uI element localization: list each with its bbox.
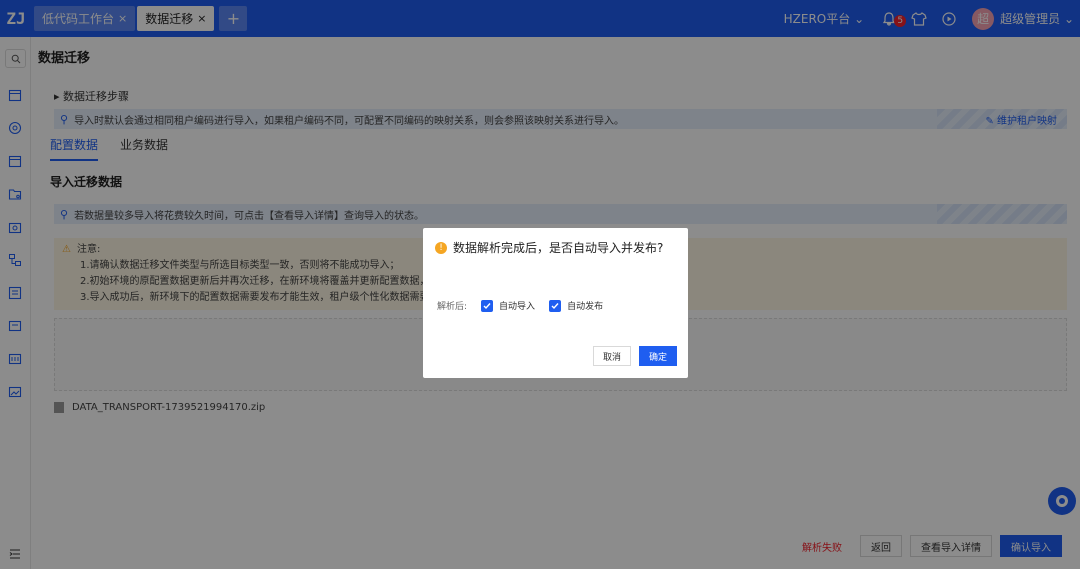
checkbox-label: 自动发布 xyxy=(567,302,604,312)
dialog-title: ! 数据解析完成后，是否自动导入并发布? xyxy=(435,240,675,257)
checkbox-checked-icon[interactable] xyxy=(481,299,494,312)
ok-button[interactable]: 确定 xyxy=(638,346,677,366)
dialog-title-text: 数据解析完成后，是否自动导入并发布? xyxy=(453,241,664,255)
exclamation-icon: ! xyxy=(435,242,447,254)
after-parse-label: 解析后: xyxy=(437,302,468,312)
after-parse-options: 解析后: 自动导入 自动发布 xyxy=(437,299,603,312)
auto-import-checkbox[interactable]: 自动导入 xyxy=(481,299,535,312)
checkbox-checked-icon[interactable] xyxy=(549,299,562,312)
auto-publish-checkbox[interactable]: 自动发布 xyxy=(549,299,603,312)
cancel-button[interactable]: 取消 xyxy=(592,346,631,366)
dialog-buttons: 取消 确定 xyxy=(585,346,677,366)
auto-import-dialog: ! 数据解析完成后，是否自动导入并发布? 解析后: 自动导入 自动发布 取消 确… xyxy=(423,228,688,378)
checkbox-label: 自动导入 xyxy=(499,302,536,312)
